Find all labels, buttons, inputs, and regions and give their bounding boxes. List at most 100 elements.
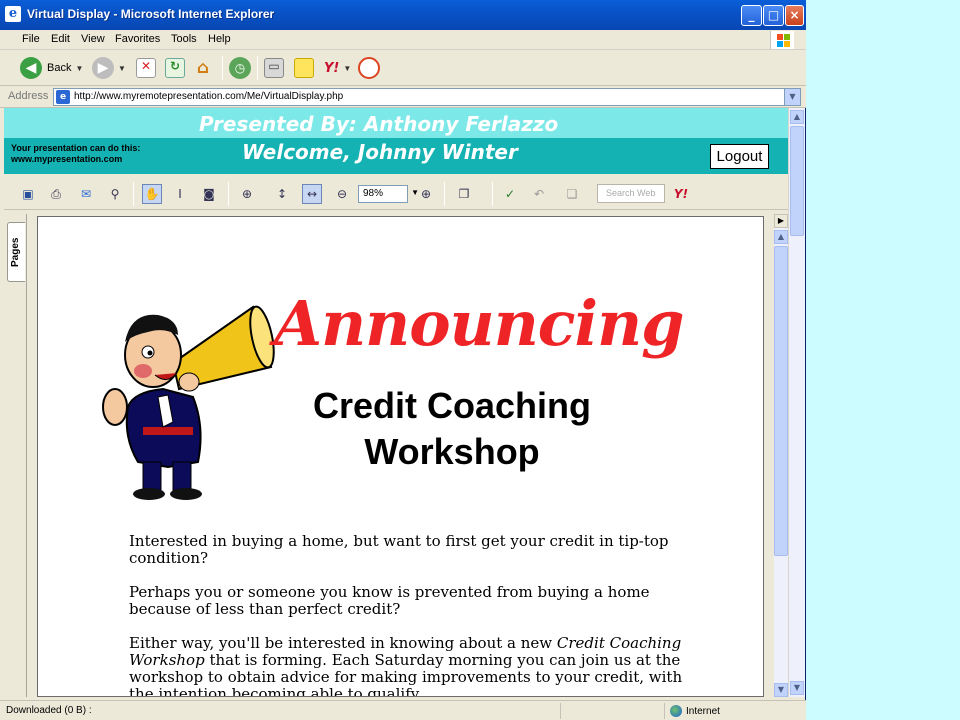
home-button[interactable]: ⌂ bbox=[193, 56, 213, 80]
spellcheck-icon[interactable]: ✓ bbox=[500, 184, 520, 204]
menu-help[interactable]: Help bbox=[208, 33, 231, 45]
menu-edit[interactable]: Edit bbox=[51, 33, 70, 45]
paragraph-1: Interested in buying a home, but want to… bbox=[129, 532, 669, 567]
undo-icon[interactable]: ↶ bbox=[529, 184, 549, 204]
edit-button[interactable] bbox=[294, 56, 314, 80]
zoom-value: 98% bbox=[363, 188, 384, 199]
zone-label: Internet bbox=[686, 705, 720, 717]
history-button[interactable]: ◷ bbox=[229, 56, 251, 80]
email-icon[interactable]: ✉ bbox=[76, 184, 96, 204]
scroll-down-arrow-icon[interactable]: ▼ bbox=[790, 681, 804, 695]
address-bar: Address e http://www.myremotepresentatio… bbox=[0, 86, 806, 108]
home-icon: ⌂ bbox=[196, 58, 210, 78]
workshop-title-line-1: Credit Coaching bbox=[312, 385, 591, 426]
body-text: Interested in buying a home, but want to… bbox=[129, 533, 689, 697]
history-icon: ◷ bbox=[229, 57, 251, 79]
chevron-down-icon: ▼ bbox=[75, 63, 84, 73]
zoom-out-icon[interactable]: ⊖ bbox=[332, 184, 352, 204]
refresh-icon: ↻ bbox=[165, 58, 185, 78]
ie-icon: e bbox=[5, 6, 21, 22]
title-bar: e Virtual Display - Microsoft Internet E… bbox=[0, 0, 806, 30]
pages-icon[interactable]: ❐ bbox=[454, 184, 474, 204]
globe-icon bbox=[670, 705, 682, 717]
scroll-up-arrow-icon[interactable]: ▲ bbox=[774, 230, 788, 244]
document-page: Announcing Credit Coaching Workshop Inte… bbox=[37, 216, 764, 697]
security-zone: Internet bbox=[670, 705, 720, 717]
pdf-toolbar: ▣ ⎙ ✉ ⚲ ✋ I ◙ ⊕ ↕ ↔ ⊖ 98% ▼ ⊕ ❐ ✓ ↶ ❏ Se… bbox=[4, 178, 788, 210]
chevron-down-icon: ▼ bbox=[343, 63, 352, 73]
snapshot-icon[interactable]: ◙ bbox=[199, 184, 219, 204]
chevron-down-icon[interactable]: ▼ bbox=[784, 89, 800, 105]
page-icon: e bbox=[56, 90, 70, 104]
stop-button[interactable]: ✕ bbox=[136, 56, 156, 80]
next-page-arrow-icon[interactable]: ▶ bbox=[774, 214, 788, 228]
zoom-tool-icon[interactable]: ⊕ bbox=[237, 184, 257, 204]
scroll-thumb[interactable] bbox=[790, 126, 804, 236]
presentation-banner: Presented By: Anthony Ferlazzo Welcome, … bbox=[4, 108, 788, 174]
forward-arrow-icon: ▶ bbox=[92, 57, 114, 79]
promo-note: Your presentation can do this: www.mypre… bbox=[11, 143, 140, 165]
promo-line-2: www.mypresentation.com bbox=[11, 154, 123, 164]
back-arrow-icon: ◀ bbox=[20, 57, 42, 79]
pages-tab-label: Pages bbox=[10, 237, 21, 267]
promo-line-1: Your presentation can do this: bbox=[11, 143, 141, 153]
paragraph-3: Either way, you'll be interested in know… bbox=[129, 634, 683, 697]
print-icon[interactable]: ⎙ bbox=[46, 184, 66, 204]
chevron-down-icon: ▼ bbox=[118, 63, 126, 73]
menu-favorites[interactable]: Favorites bbox=[115, 33, 160, 45]
menu-file[interactable]: File bbox=[22, 33, 40, 45]
pages-panel: Pages bbox=[4, 214, 26, 697]
address-url: http://www.myremotepresentation.com/Me/V… bbox=[74, 91, 344, 102]
address-label: Address bbox=[8, 90, 49, 102]
note-icon bbox=[294, 58, 314, 78]
copy-icon[interactable]: ❏ bbox=[562, 184, 582, 204]
back-label: Back bbox=[47, 62, 72, 74]
refresh-button[interactable]: ↻ bbox=[165, 56, 185, 80]
browser-window: e Virtual Display - Microsoft Internet E… bbox=[0, 0, 806, 720]
page-content: Presented By: Anthony Ferlazzo Welcome, … bbox=[4, 108, 788, 697]
minimize-button[interactable]: _ bbox=[741, 5, 762, 26]
status-bar: Downloaded (0 B) : Internet bbox=[0, 700, 806, 720]
binoculars-icon[interactable]: ⚲ bbox=[105, 184, 125, 204]
logout-button[interactable]: Logout bbox=[710, 144, 769, 169]
fit-width-icon[interactable]: ↔ bbox=[302, 184, 322, 204]
back-button[interactable]: ◀ Back ▼ bbox=[20, 56, 83, 80]
yahoo-icon[interactable]: Y! bbox=[671, 184, 691, 204]
announcing-headline: Announcing bbox=[274, 287, 684, 360]
maximize-button[interactable]: □ bbox=[763, 5, 784, 26]
print-button[interactable]: ▭ bbox=[264, 56, 284, 80]
hand-tool-icon[interactable]: ✋ bbox=[142, 184, 162, 204]
windows-logo-icon bbox=[770, 31, 794, 49]
stop-icon: ✕ bbox=[136, 58, 156, 78]
window-title: Virtual Display - Microsoft Internet Exp… bbox=[27, 7, 275, 21]
menu-tools[interactable]: Tools bbox=[171, 33, 197, 45]
close-button[interactable]: × bbox=[785, 5, 804, 26]
document-viewer: Announcing Credit Coaching Workshop Inte… bbox=[26, 214, 774, 697]
zoom-select[interactable]: 98% ▼ bbox=[358, 185, 419, 203]
scroll-thumb[interactable] bbox=[774, 246, 788, 556]
save-icon[interactable]: ▣ bbox=[18, 184, 38, 204]
search-web-input[interactable]: Search Web bbox=[597, 184, 665, 203]
menu-view[interactable]: View bbox=[81, 33, 105, 45]
address-input[interactable]: e http://www.myremotepresentation.com/Me… bbox=[53, 88, 801, 106]
fit-page-icon[interactable]: ↕ bbox=[272, 184, 292, 204]
messenger-icon bbox=[358, 57, 380, 79]
standard-toolbar: ◀ Back ▼ ▶ ▼ ✕ ↻ ⌂ ◷ ▭ Y! ▼ bbox=[0, 50, 806, 86]
yahoo-icon: Y! bbox=[324, 60, 340, 76]
pages-tab[interactable]: Pages bbox=[7, 222, 25, 282]
menu-bar: File Edit View Favorites Tools Help bbox=[0, 30, 806, 50]
browser-scrollbar[interactable]: ▲ ▼ bbox=[788, 108, 805, 697]
scroll-down-arrow-icon[interactable]: ▼ bbox=[774, 683, 788, 697]
document-scrollbar[interactable]: ▶ ▲ ▼ bbox=[774, 214, 788, 697]
yahoo-button[interactable]: Y! ▼ bbox=[324, 56, 351, 80]
select-text-icon[interactable]: I bbox=[170, 184, 190, 204]
presenter-heading: Presented By: Anthony Ferlazzo bbox=[199, 112, 559, 136]
workshop-title-line-2: Workshop bbox=[364, 431, 540, 472]
scroll-up-arrow-icon[interactable]: ▲ bbox=[790, 110, 804, 124]
messenger-button[interactable] bbox=[358, 56, 380, 80]
status-text: Downloaded (0 B) : bbox=[6, 705, 92, 716]
forward-button[interactable]: ▶ ▼ bbox=[92, 56, 126, 80]
paragraph-2: Perhaps you or someone you know is preve… bbox=[129, 583, 650, 618]
zoom-in-icon[interactable]: ⊕ bbox=[416, 184, 436, 204]
workshop-title: Credit Coaching Workshop bbox=[252, 383, 652, 475]
